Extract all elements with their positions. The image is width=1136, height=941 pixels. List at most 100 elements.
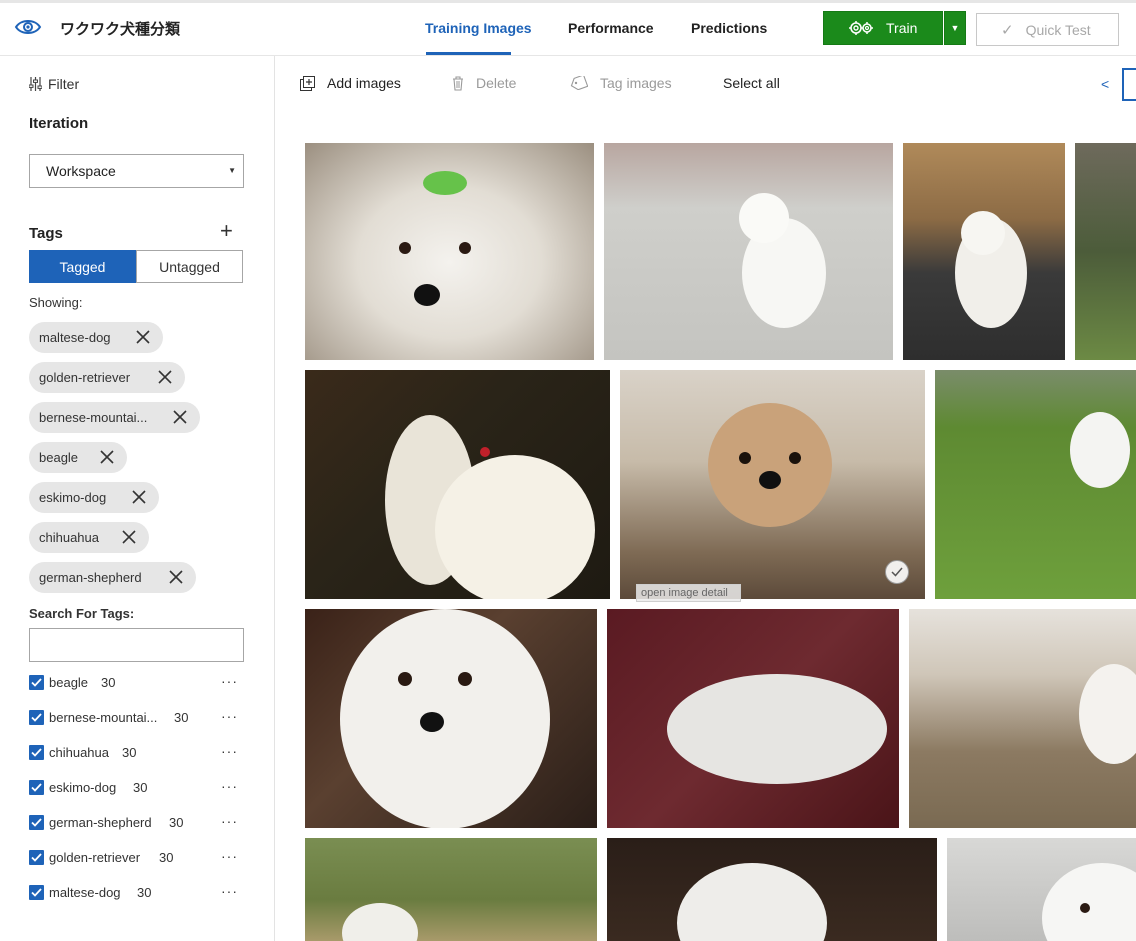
tag-name: eskimo-dog: [49, 780, 117, 795]
dog-image-thumbnail[interactable]: [903, 143, 1065, 360]
tag-count: 30: [174, 710, 189, 725]
lying-dog-illustration: [667, 674, 887, 784]
tag-list-item: german-shepherd 30 ···: [29, 813, 249, 833]
dog-image-thumbnail[interactable]: [935, 370, 1136, 599]
iteration-select-value: Workspace: [46, 163, 116, 179]
chip-label: beagle: [39, 450, 79, 465]
tag-name: bernese-mountai...: [49, 710, 158, 725]
checkbox[interactable]: [29, 675, 44, 690]
checkbox[interactable]: [29, 815, 44, 830]
tag-count: 30: [133, 780, 148, 795]
untagged-toggle[interactable]: Untagged: [136, 250, 243, 283]
checkbox[interactable]: [29, 780, 44, 795]
remove-chip-icon[interactable]: [99, 449, 115, 465]
more-options-icon[interactable]: ···: [221, 673, 238, 689]
tag-icon: [570, 76, 588, 90]
checkbox[interactable]: [29, 710, 44, 725]
filter-chip-beagle: beagle: [29, 442, 127, 473]
tag-name: beagle: [49, 675, 89, 690]
remove-chip-icon[interactable]: [131, 489, 147, 505]
search-tags-label: Search For Tags:: [29, 606, 135, 621]
dog-in-grass-illustration: [342, 903, 418, 941]
chip-label: maltese-dog: [39, 330, 111, 345]
train-button[interactable]: Train: [823, 11, 943, 45]
caret-down-icon: ▼: [228, 166, 236, 175]
dog-image-thumbnail[interactable]: [604, 143, 893, 360]
eye-logo-icon[interactable]: [14, 15, 42, 39]
maltese-face-illustration: [399, 171, 471, 306]
delete-button[interactable]: Delete: [452, 75, 516, 91]
more-options-icon[interactable]: ···: [221, 813, 238, 829]
dog-image-thumbnail[interactable]: [305, 143, 594, 360]
two-maltese-illustration: [385, 415, 595, 599]
tag-list-item: chihuahua 30 ···: [29, 743, 249, 763]
tag-count: 30: [159, 850, 174, 865]
iteration-select[interactable]: Workspace ▼: [29, 154, 244, 188]
tag-list-item: eskimo-dog 30 ···: [29, 778, 249, 798]
fluffy-dog-illustration: [340, 609, 550, 828]
tag-name: maltese-dog: [49, 885, 121, 900]
tab-training-images[interactable]: Training Images: [425, 20, 532, 36]
pager-prev-button[interactable]: <: [1101, 76, 1109, 92]
dog-image-thumbnail[interactable]: [909, 609, 1136, 828]
checkmark-icon: [31, 748, 42, 757]
dog-image-thumbnail[interactable]: [305, 370, 610, 599]
tag-name: german-shepherd: [49, 815, 152, 830]
checkbox[interactable]: [29, 745, 44, 760]
filter-toggle[interactable]: Filter: [29, 76, 79, 92]
tag-list-item: bernese-mountai... 30 ···: [29, 708, 249, 728]
more-options-icon[interactable]: ···: [221, 883, 238, 899]
tag-count: 30: [101, 675, 116, 690]
tagged-toggle[interactable]: Tagged: [29, 250, 136, 283]
white-dog-dark-bg-illustration: [677, 863, 827, 941]
tag-images-label: Tag images: [600, 75, 672, 91]
tags-heading: Tags: [29, 225, 63, 242]
more-options-icon[interactable]: ···: [221, 743, 238, 759]
sitting-dog-illustration: [739, 193, 826, 328]
iteration-heading: Iteration: [29, 115, 89, 132]
select-all-button[interactable]: Select all: [723, 75, 780, 91]
more-options-icon[interactable]: ···: [221, 708, 238, 724]
tag-list-item: beagle 30 ···: [29, 673, 249, 693]
more-options-icon[interactable]: ···: [221, 778, 238, 794]
remove-chip-icon[interactable]: [172, 409, 188, 425]
more-options-icon[interactable]: ···: [221, 848, 238, 864]
dog-image-thumbnail[interactable]: [607, 838, 937, 941]
checkbox[interactable]: [29, 885, 44, 900]
dog-image-thumbnail[interactable]: [305, 838, 597, 941]
tag-count: 30: [169, 815, 184, 830]
train-dropdown-button[interactable]: ▼: [944, 11, 966, 45]
tab-predictions[interactable]: Predictions: [691, 20, 767, 36]
checkmark-icon: [31, 888, 42, 897]
remove-chip-icon[interactable]: [168, 569, 184, 585]
remove-chip-icon[interactable]: [157, 369, 173, 385]
add-tag-plus-icon[interactable]: +: [220, 220, 233, 242]
dog-image-thumbnail[interactable]: [305, 609, 597, 828]
trash-icon: [453, 75, 463, 91]
dog-image-thumbnail[interactable]: [1075, 143, 1136, 360]
chip-label: golden-retriever: [39, 370, 131, 385]
tag-count: 30: [137, 885, 152, 900]
remove-chip-icon[interactable]: [121, 529, 137, 545]
search-tags-input[interactable]: [29, 628, 244, 662]
tag-images-button[interactable]: Tag images: [570, 75, 672, 91]
image-detail-tooltip: open image detail: [636, 584, 741, 602]
filter-chip-chihuahua: chihuahua: [29, 522, 149, 553]
tab-performance[interactable]: Performance: [568, 20, 654, 36]
running-dog-illustration: [1070, 412, 1130, 488]
train-button-label: Train: [886, 20, 918, 36]
top-bar: ワクワク犬種分類 Training Images Performance Pre…: [0, 0, 1136, 56]
dog-image-thumbnail[interactable]: [947, 838, 1136, 941]
dog-image-thumbnail[interactable]: [607, 609, 899, 828]
select-image-checkmark-icon[interactable]: [885, 560, 909, 584]
dog-image-thumbnail[interactable]: [620, 370, 925, 599]
quick-test-label: Quick Test: [1025, 21, 1091, 38]
quick-test-button[interactable]: ✓ Quick Test: [976, 13, 1119, 46]
remove-chip-icon[interactable]: [135, 329, 151, 345]
filter-chip-bernese-mountain: bernese-mountai...: [29, 402, 200, 433]
checkbox[interactable]: [29, 850, 44, 865]
add-images-button[interactable]: Add images: [300, 75, 401, 91]
filter-chip-golden-retriever: golden-retriever: [29, 362, 185, 393]
add-images-label: Add images: [327, 75, 401, 91]
pager-page-box[interactable]: [1122, 68, 1136, 101]
